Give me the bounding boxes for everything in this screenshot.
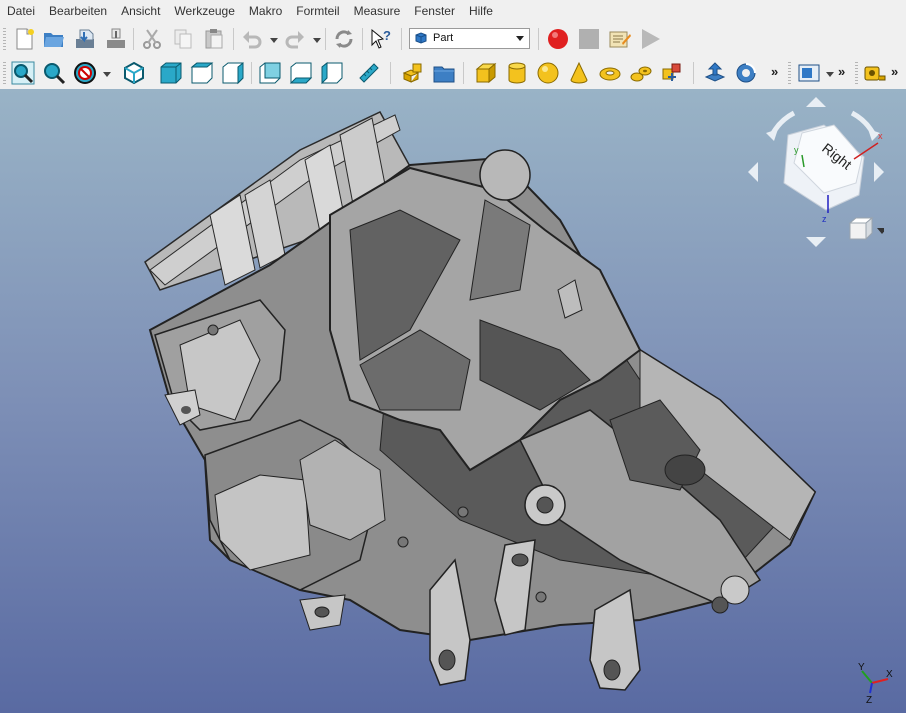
box-icon[interactable] — [474, 61, 498, 85]
3d-viewport[interactable]: Right x y z Y X Z — [0, 89, 906, 713]
cylinder-icon[interactable] — [505, 61, 529, 85]
part-primitives-icon[interactable] — [401, 61, 425, 85]
nav-down-arrow-icon[interactable] — [806, 237, 826, 247]
undo-icon[interactable] — [240, 27, 264, 51]
toolbar-separator — [401, 28, 402, 50]
execute-macro-icon[interactable] — [638, 27, 662, 51]
menu-fenster[interactable]: Fenster — [407, 0, 462, 22]
menu-formteil[interactable]: Formteil — [289, 0, 346, 22]
copy-icon[interactable] — [171, 27, 195, 51]
left-view-icon[interactable] — [320, 61, 344, 85]
toolbar-separator — [463, 62, 464, 84]
toolbar-separator — [390, 62, 391, 84]
undo-dropdown-icon[interactable] — [270, 38, 278, 43]
view-menu-icon[interactable] — [797, 61, 821, 85]
nav-right-arrow-icon[interactable] — [874, 162, 884, 182]
toolbar-grip[interactable] — [3, 62, 6, 84]
redo-dropdown-icon[interactable] — [313, 38, 321, 43]
stop-macro-icon[interactable] — [577, 27, 601, 51]
menu-bearbeiten[interactable]: Bearbeiten — [42, 0, 114, 22]
toolbar-grip[interactable] — [3, 28, 6, 50]
navigation-cube[interactable]: Right x y z — [744, 95, 884, 250]
open-file-icon[interactable] — [42, 27, 66, 51]
svg-text:?: ? — [383, 28, 391, 43]
save-as-icon[interactable] — [104, 27, 128, 51]
menu-measure[interactable]: Measure — [347, 0, 408, 22]
right-view-icon[interactable] — [221, 61, 245, 85]
navcube-dropdown-icon[interactable] — [877, 228, 884, 234]
navcube-menu-icon[interactable] — [849, 222, 867, 240]
redo-icon[interactable] — [283, 27, 307, 51]
front-view-icon[interactable] — [159, 61, 183, 85]
toolbar-separator — [362, 28, 363, 50]
import-icon[interactable] — [703, 61, 727, 85]
fit-selection-icon[interactable] — [42, 61, 66, 85]
paste-icon[interactable] — [202, 27, 226, 51]
toolbar-separator — [538, 28, 539, 50]
refresh-icon[interactable] — [332, 27, 356, 51]
workbench-label: Part — [433, 32, 454, 44]
edit-macro-icon[interactable] — [608, 27, 632, 51]
tube-icon[interactable] — [629, 61, 653, 85]
isometric-view-icon[interactable] — [122, 61, 146, 85]
bottom-view-icon[interactable] — [289, 61, 313, 85]
toolbar-overflow-icon[interactable]: » — [771, 64, 778, 79]
measure-distance-icon[interactable] — [357, 61, 381, 85]
menu-bar: Datei Bearbeiten Ansicht Werkzeuge Makro… — [0, 0, 906, 22]
navcube-y-label: y — [794, 145, 799, 155]
measure-tool-icon[interactable] — [863, 61, 887, 85]
menu-werkzeuge[interactable]: Werkzeuge — [167, 0, 241, 22]
axis-cross-indicator: Y X Z — [858, 662, 893, 705]
axis-z-label: Z — [866, 695, 872, 705]
nav-left-arrow-icon[interactable] — [748, 162, 758, 182]
save-file-icon[interactable] — [73, 27, 97, 51]
record-macro-icon[interactable] — [546, 27, 570, 51]
menu-ansicht[interactable]: Ansicht — [114, 0, 167, 22]
sphere-icon[interactable] — [536, 61, 560, 85]
draw-style-icon[interactable] — [73, 61, 97, 85]
toolbar-separator — [133, 28, 134, 50]
chevron-down-icon — [516, 36, 524, 41]
view-menu-dropdown-icon[interactable] — [826, 72, 834, 77]
toolbar-overflow-icon[interactable]: » — [838, 64, 845, 79]
part-tools-icon[interactable] — [660, 61, 684, 85]
cone-icon[interactable] — [567, 61, 591, 85]
toolbar-grip[interactable] — [855, 62, 858, 84]
axis-y-label: Y — [858, 662, 865, 673]
fit-all-icon[interactable] — [11, 61, 35, 85]
part-workbench-icon — [415, 32, 427, 44]
revolve-icon[interactable] — [734, 61, 758, 85]
navcube-z-label: z — [822, 214, 827, 224]
menu-datei[interactable]: Datei — [0, 0, 42, 22]
toolbar-separator — [233, 28, 234, 50]
rear-view-icon[interactable] — [258, 61, 282, 85]
top-view-icon[interactable] — [190, 61, 214, 85]
toolbar-separator — [693, 62, 694, 84]
toolbar-separator — [325, 28, 326, 50]
torus-icon[interactable] — [598, 61, 622, 85]
draw-style-dropdown-icon[interactable] — [103, 72, 111, 77]
navcube-x-label: x — [878, 131, 883, 141]
workbench-select[interactable]: Part — [409, 28, 530, 49]
view-toolbar: » » » — [0, 56, 906, 90]
whats-this-icon[interactable]: ? — [369, 27, 393, 51]
toolbar-overflow-icon[interactable]: » — [891, 64, 898, 79]
nav-up-arrow-icon[interactable] — [806, 97, 826, 107]
cut-icon[interactable] — [140, 27, 164, 51]
new-file-icon[interactable] — [12, 27, 36, 51]
toolbar-grip[interactable] — [788, 62, 791, 84]
toolbar-separator — [251, 62, 252, 84]
create-group-icon[interactable] — [432, 61, 456, 85]
menu-hilfe[interactable]: Hilfe — [462, 0, 500, 22]
axis-x-label: X — [886, 669, 893, 680]
menu-makro[interactable]: Makro — [242, 0, 289, 22]
